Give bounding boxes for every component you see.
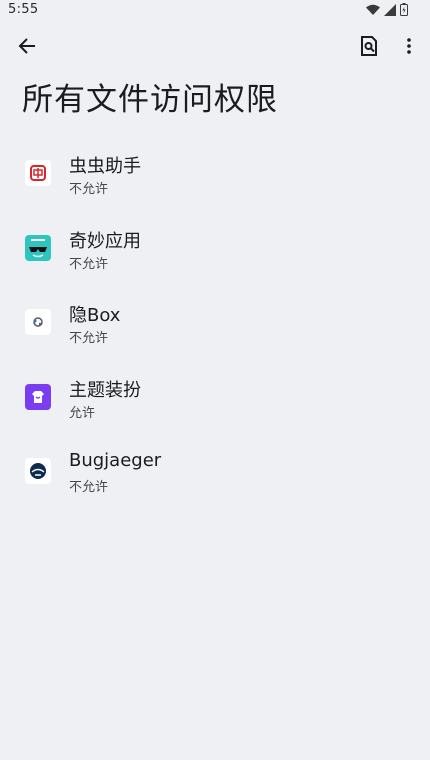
back-button[interactable] xyxy=(11,32,43,64)
app-list: 虫虫助手 不允许 奇妙应用 不允许 隐Box 不允许 主题装扮 允许 Bugja… xyxy=(0,136,430,509)
app-permission-status: 不允许 xyxy=(69,182,109,197)
more-options-button[interactable] xyxy=(393,32,425,64)
list-item-theme[interactable]: 主题装扮 允许 xyxy=(0,360,430,435)
toolbar xyxy=(0,30,430,66)
status-bar: 5:55 xyxy=(0,0,430,22)
app-permission-status: 允许 xyxy=(69,405,96,421)
page-title: 所有文件访问权限 xyxy=(22,82,278,118)
yinbox-icon xyxy=(25,309,51,335)
app-permission-status: 不允许 xyxy=(69,480,109,495)
list-item-bugjaeger[interactable]: Bugjaeger 不允许 xyxy=(0,434,430,509)
app-name: 主题装扮 xyxy=(69,379,141,401)
status-icons xyxy=(366,3,408,16)
list-item-magic[interactable]: 奇妙应用 不允许 xyxy=(0,211,430,286)
status-time: 5:55 xyxy=(8,2,39,17)
app-name: 隐Box xyxy=(69,305,121,326)
chongchong-icon xyxy=(25,160,51,186)
arrow-back-icon xyxy=(18,37,36,59)
bugjaeger-icon xyxy=(25,458,51,484)
theme-icon xyxy=(25,383,51,410)
wifi-icon xyxy=(366,4,380,16)
app-name: 奇妙应用 xyxy=(69,230,141,252)
find-in-page-icon xyxy=(360,36,378,60)
list-item-yinbox[interactable]: 隐Box 不允许 xyxy=(0,285,430,360)
app-permission-status: 不允许 xyxy=(69,331,109,346)
app-name: 虫虫助手 xyxy=(69,156,141,177)
magic-icon xyxy=(25,234,51,261)
more-vert-icon xyxy=(407,38,411,58)
app-name: Bugjaeger xyxy=(69,450,162,471)
cell-signal-icon xyxy=(384,3,396,16)
battery-icon xyxy=(400,3,408,16)
list-item-chongchong[interactable]: 虫虫助手 不允许 xyxy=(0,136,430,211)
search-button[interactable] xyxy=(353,32,385,64)
app-permission-status: 不允许 xyxy=(69,256,109,272)
